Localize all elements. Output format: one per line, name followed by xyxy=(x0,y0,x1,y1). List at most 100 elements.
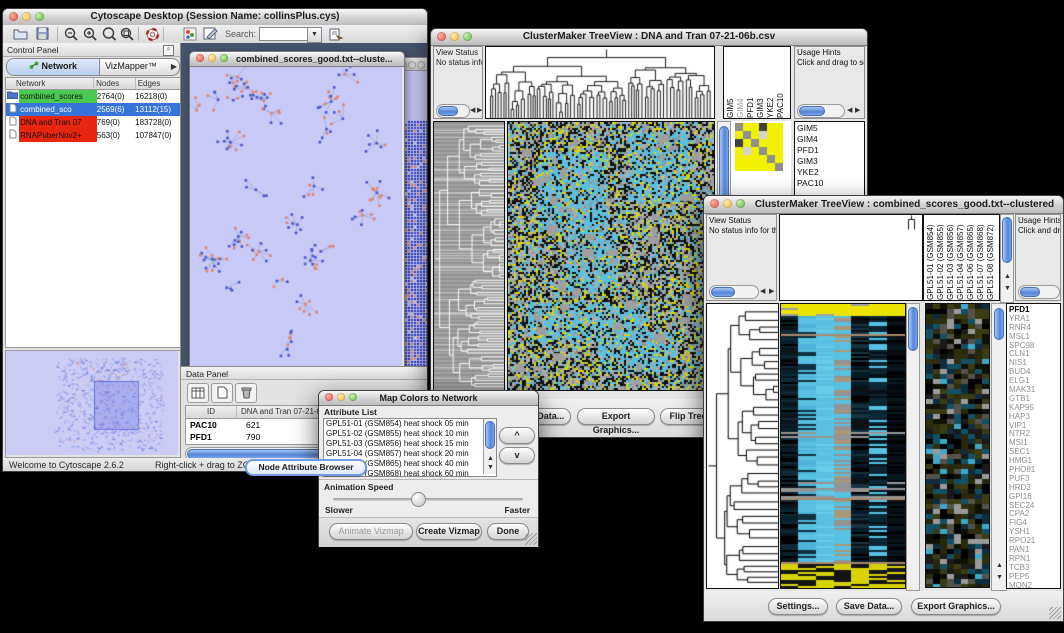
gene-label[interactable]: MON2 xyxy=(1009,581,1060,589)
column-label[interactable]: GPL51-06 (GSM865) xyxy=(966,215,976,300)
column-label[interactable]: GIM3 xyxy=(756,47,766,118)
column-label[interactable]: GPL51-04 (GSM857) xyxy=(956,215,966,300)
tv2-heatmap[interactable] xyxy=(780,303,906,589)
scroll-left-icon[interactable]: ◀ xyxy=(847,107,852,114)
zoom-fit-icon[interactable] xyxy=(118,27,136,42)
close-icon[interactable] xyxy=(325,393,333,401)
open-session-icon[interactable] xyxy=(11,27,29,42)
tv1-hints-hscroll[interactable] xyxy=(797,104,845,118)
gene-label[interactable]: NTR2 xyxy=(1009,429,1060,438)
new-attribute-icon[interactable] xyxy=(211,383,233,403)
resize-grip[interactable] xyxy=(1049,607,1061,619)
gene-label[interactable]: GTB1 xyxy=(1009,394,1060,403)
move-up-button[interactable]: ^ xyxy=(499,427,535,444)
tv2-gene-dendrogram[interactable] xyxy=(706,303,779,589)
main-titlebar[interactable]: Cytoscape Desktop (Session Name: collins… xyxy=(3,9,427,26)
tv2-thumbnail-heatmap[interactable] xyxy=(925,303,990,588)
tv1-status-hscroll[interactable] xyxy=(436,104,470,118)
row-label[interactable]: GIM5 xyxy=(797,123,864,134)
gene-label[interactable]: PAN1 xyxy=(1009,545,1060,554)
scroll-right-icon[interactable]: ▶ xyxy=(855,107,860,114)
tv2-hints-hscroll[interactable] xyxy=(1018,285,1060,299)
animate-vizmap-button[interactable]: Animate Vizmap xyxy=(329,523,413,540)
gene-label[interactable]: SPC98 xyxy=(1009,341,1060,350)
column-label[interactable]: GPL51-01 (GSM854) xyxy=(926,215,936,300)
zoom-window-icon[interactable] xyxy=(417,61,425,69)
gene-label[interactable]: YRA1 xyxy=(1009,314,1060,323)
scroll-down-icon[interactable]: ▼ xyxy=(487,464,494,471)
attribute-list-vscroll[interactable]: ▲ ▼ xyxy=(483,419,496,474)
gene-label[interactable]: RPO21 xyxy=(1009,536,1060,545)
gene-label[interactable]: CPA2 xyxy=(1009,509,1060,518)
col-header-edges[interactable]: Edges xyxy=(136,78,180,89)
gene-label[interactable]: KAP95 xyxy=(1009,403,1060,412)
data-col-id[interactable]: ID xyxy=(186,406,237,418)
gene-label[interactable]: MAK31 xyxy=(1009,385,1060,394)
close-icon[interactable] xyxy=(437,32,446,41)
tv2-heatmap-vscroll[interactable] xyxy=(906,303,920,591)
gene-label[interactable]: FIG4 xyxy=(1009,518,1060,527)
save-data-button[interactable]: Save Data... xyxy=(836,598,902,615)
network-row[interactable]: combined_scores2764(0)16218(0) xyxy=(6,90,180,103)
attribute-list-item[interactable]: GPL51-03 (GSM856) heat shock 15 min xyxy=(324,439,496,449)
help-lifesaver-icon[interactable] xyxy=(143,27,161,42)
treeview1-titlebar[interactable]: ClusterMaker TreeView : DNA and Tran 07-… xyxy=(431,29,867,46)
tv2-collabel-vscroll[interactable]: ▲ ▼ xyxy=(1000,214,1014,303)
delete-attribute-icon[interactable] xyxy=(235,383,257,403)
gene-label[interactable]: YSH1 xyxy=(1009,527,1060,536)
scroll-down-icon[interactable]: ▼ xyxy=(996,574,1003,581)
annotation-icon[interactable] xyxy=(201,27,219,42)
gene-label[interactable]: SEC24 xyxy=(1009,501,1060,510)
column-label[interactable]: YKE2 xyxy=(766,47,776,118)
network-view-window-1[interactable]: combined_scores_good.txt--cluste... xyxy=(189,51,405,366)
float-panel-icon[interactable]: ⌕ xyxy=(163,45,174,56)
gene-label[interactable]: VIP1 xyxy=(1009,421,1060,430)
zoom-window-icon[interactable] xyxy=(736,199,745,208)
row-label[interactable]: GIM3 xyxy=(797,156,864,167)
close-icon[interactable] xyxy=(196,54,204,62)
gene-label[interactable]: HRD3 xyxy=(1009,483,1060,492)
minimize-icon[interactable] xyxy=(723,199,732,208)
settings-button[interactable]: Settings... xyxy=(768,598,828,615)
zoom-window-icon[interactable] xyxy=(35,12,44,21)
resize-grip[interactable] xyxy=(525,533,537,545)
gene-label[interactable]: HAP3 xyxy=(1009,412,1060,421)
gene-label[interactable]: RPN1 xyxy=(1009,554,1060,563)
save-session-icon[interactable] xyxy=(33,27,51,42)
minimize-icon[interactable] xyxy=(22,12,31,21)
minimize-icon[interactable] xyxy=(337,393,345,401)
gene-label[interactable]: SEC1 xyxy=(1009,447,1060,456)
tv1-column-dendrogram[interactable] xyxy=(485,46,715,119)
export-graphics-button[interactable]: Export Graphics... xyxy=(911,598,1001,615)
scroll-up-icon[interactable]: ▲ xyxy=(1004,273,1011,280)
gene-label[interactable]: PHO81 xyxy=(1009,465,1060,474)
column-label[interactable]: GPL51-08 (GSM872) xyxy=(986,215,996,300)
gene-label[interactable]: ELG1 xyxy=(1009,376,1060,385)
tv2-status-hscroll[interactable] xyxy=(709,285,759,299)
column-label[interactable]: GIM4 xyxy=(736,47,746,118)
search-dropdown-icon[interactable]: ▼ xyxy=(307,27,322,43)
attribute-mapper-icon[interactable] xyxy=(327,27,345,42)
column-label[interactable]: PAC10 xyxy=(776,47,786,118)
gene-label[interactable]: NIS1 xyxy=(1009,358,1060,367)
zoom-window-icon[interactable] xyxy=(349,393,357,401)
node-attribute-browser-tab[interactable]: Node Attribute Browser xyxy=(245,459,367,476)
gene-label[interactable]: MSL1 xyxy=(1009,332,1060,341)
col-header-nodes[interactable]: Nodes xyxy=(94,78,136,89)
create-vizmap-button[interactable]: Create Vizmap xyxy=(416,523,482,540)
tv2-column-dendrogram[interactable] xyxy=(779,214,923,301)
zoom-window-icon[interactable] xyxy=(463,32,472,41)
network-view-titlebar[interactable]: combined_scores_good.txt--cluste... xyxy=(190,52,404,67)
scroll-right-icon[interactable]: ▶ xyxy=(769,288,774,295)
network-row[interactable]: combined_sco2569(6)13112(15) xyxy=(6,103,180,116)
row-label[interactable]: PAC10 xyxy=(797,178,864,189)
tab-overflow-icon[interactable]: ▶ xyxy=(171,62,177,71)
gene-label[interactable]: PEP5 xyxy=(1009,572,1060,581)
animation-slider-track[interactable] xyxy=(333,498,523,501)
close-icon[interactable] xyxy=(710,199,719,208)
zoom-selected-icon[interactable] xyxy=(100,27,118,42)
network-row[interactable]: RNAPuberNov2+563(0)107847(0) xyxy=(6,129,180,142)
scroll-right-icon[interactable]: ▶ xyxy=(477,107,482,114)
column-label[interactable]: GIM5 xyxy=(726,47,736,118)
animation-slider-thumb[interactable] xyxy=(411,492,426,507)
